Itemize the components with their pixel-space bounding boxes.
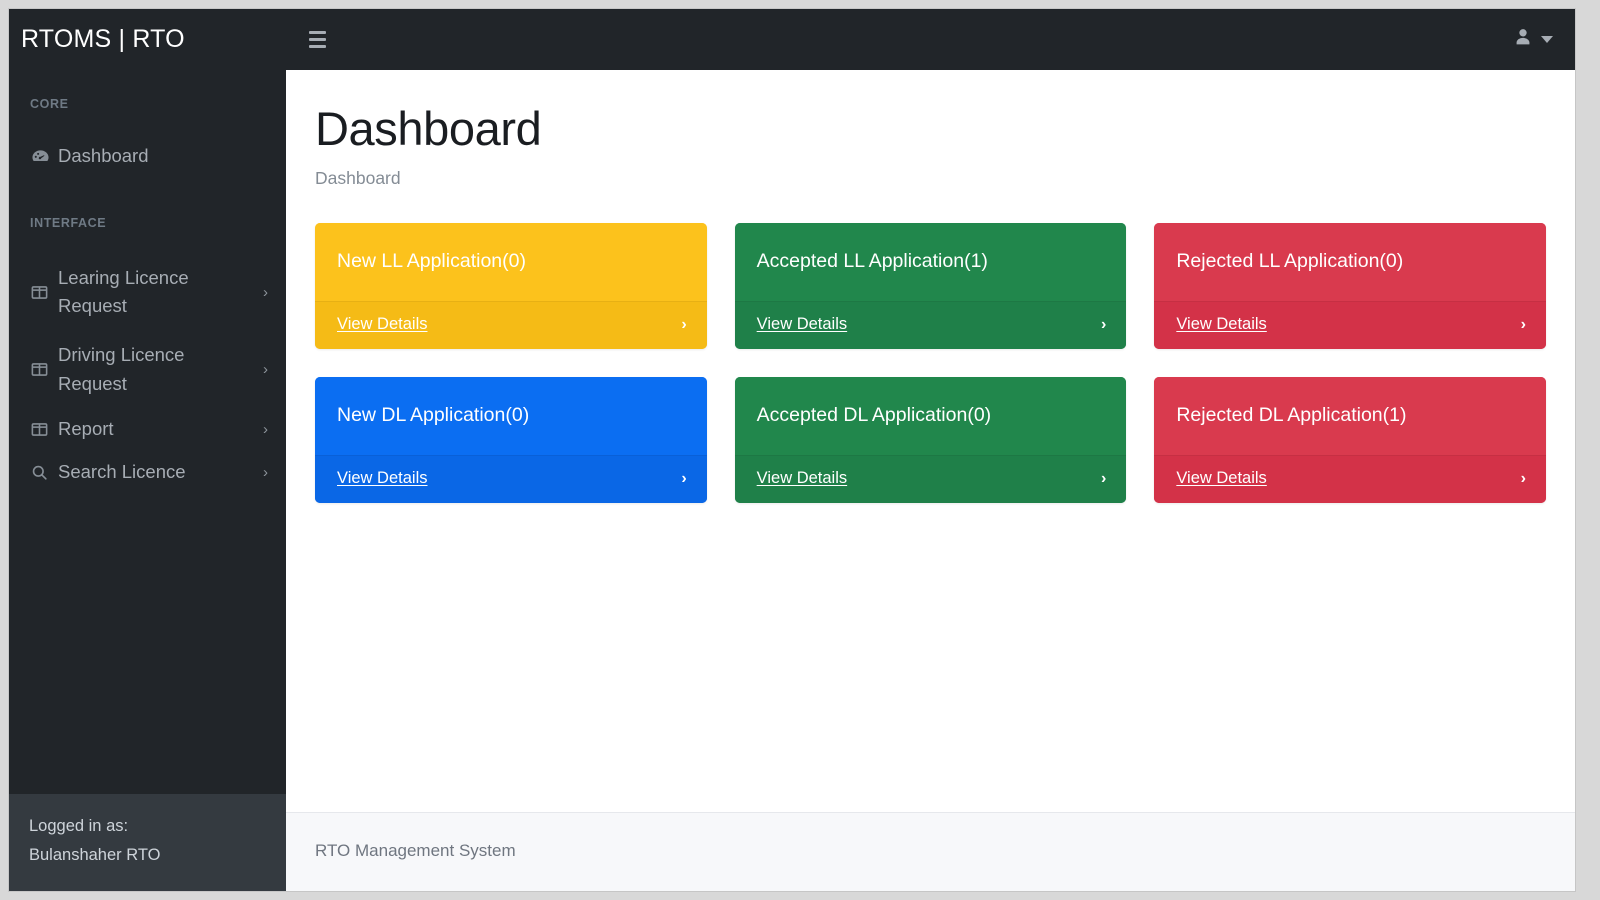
chevron-right-icon: › <box>1520 315 1526 333</box>
main-area: Dashboard Dashboard New LL Application(0… <box>286 9 1575 891</box>
card-accepted-dl-application[interactable]: Accepted DL Application(0) View Details … <box>734 377 1127 504</box>
sidebar-heading-interface: INTERFACE <box>30 215 107 230</box>
card-view-details-link[interactable]: View Details › <box>734 301 1127 350</box>
chevron-right-icon: › <box>1101 315 1107 333</box>
breadcrumb: Dashboard <box>315 167 401 188</box>
columns-icon <box>30 283 58 302</box>
card-title: Rejected LL Application(0) <box>1154 222 1546 302</box>
card-view-details-link[interactable]: View Details › <box>315 301 707 350</box>
sidebar-item-report[interactable]: Report › <box>9 408 286 451</box>
card-view-details-label: View Details <box>756 315 848 334</box>
user-icon <box>1512 26 1534 53</box>
card-view-details-label: View Details <box>756 469 848 488</box>
card-view-details-link[interactable]: View Details › <box>734 455 1127 504</box>
sidebar-item-label: Learing Licence Request <box>58 266 189 317</box>
page-footer-text: RTO Management System <box>315 841 516 860</box>
sidebar-item-label: Report <box>58 418 114 440</box>
hamburger-bar <box>308 38 326 41</box>
card-new-ll-application[interactable]: New LL Application(0) View Details › <box>315 222 707 350</box>
sidebar: RTOMS | RTO CORE Dashboard INTERFACE Lea… <box>9 9 286 891</box>
chevron-right-icon: › <box>263 463 268 481</box>
card-view-details-label: View Details <box>1176 315 1267 334</box>
chevron-down-icon <box>1541 36 1553 43</box>
chevron-right-icon: › <box>681 469 687 487</box>
columns-icon <box>30 420 58 439</box>
card-title: Accepted DL Application(0) <box>734 377 1127 456</box>
sidebar-item-label: Driving Licence Request <box>58 344 185 394</box>
card-view-details-label: View Details <box>337 469 428 488</box>
logged-in-label: Logged in as: <box>29 817 129 836</box>
card-view-details-link[interactable]: View Details › <box>1154 301 1546 350</box>
sidebar-item-label: Dashboard <box>58 145 149 166</box>
dashboard-cards-grid: New LL Application(0) View Details › Acc… <box>315 222 1546 504</box>
page-title: Dashboard <box>315 102 542 155</box>
tachometer-icon <box>30 146 58 167</box>
card-accepted-ll-application[interactable]: Accepted LL Application(1) View Details … <box>734 222 1127 350</box>
app-window: RTOMS | RTO CORE Dashboard INTERFACE Lea… <box>8 8 1576 892</box>
search-icon <box>30 463 58 482</box>
hamburger-bar <box>308 45 326 48</box>
sidebar-item-search-licence[interactable]: Search Licence › <box>9 451 286 494</box>
chevron-right-icon: › <box>1101 469 1107 487</box>
sidebar-item-driving-licence-request[interactable]: Driving Licence Request › <box>9 331 286 408</box>
sidebar-item-learning-licence-request[interactable]: Learing Licence Request › <box>9 254 286 331</box>
logged-in-user: Bulanshaher RTO <box>29 845 161 864</box>
card-view-details-link[interactable]: View Details › <box>315 455 707 504</box>
page-content: Dashboard Dashboard New LL Application(0… <box>286 70 1575 812</box>
card-view-details-label: View Details <box>1176 469 1267 488</box>
page-footer: RTO Management System <box>286 812 1575 891</box>
sidebar-nav: CORE Dashboard INTERFACE Learing Licence… <box>9 70 286 794</box>
chevron-right-icon: › <box>263 361 268 379</box>
sidebar-toggle-button[interactable] <box>302 25 332 55</box>
logged-in-as-panel: Logged in as: Bulanshaher RTO <box>9 794 286 891</box>
chevron-right-icon: › <box>1520 469 1526 487</box>
card-view-details-label: View Details <box>337 315 428 334</box>
brand[interactable]: RTOMS | RTO <box>9 9 286 70</box>
user-menu-button[interactable] <box>1510 22 1555 57</box>
sidebar-item-dashboard[interactable]: Dashboard <box>9 135 286 178</box>
card-rejected-dl-application[interactable]: Rejected DL Application(1) View Details … <box>1154 377 1546 504</box>
topbar <box>286 9 1575 70</box>
chevron-right-icon: › <box>263 421 268 439</box>
sidebar-item-label: Search Licence <box>58 461 186 483</box>
brand-title: RTOMS | RTO <box>21 25 185 53</box>
columns-icon <box>30 360 58 379</box>
card-title: New LL Application(0) <box>315 222 707 302</box>
card-title: Accepted LL Application(1) <box>734 222 1127 302</box>
chevron-right-icon: › <box>263 283 268 301</box>
card-view-details-link[interactable]: View Details › <box>1154 455 1546 504</box>
card-rejected-ll-application[interactable]: Rejected LL Application(0) View Details … <box>1154 222 1546 350</box>
card-new-dl-application[interactable]: New DL Application(0) View Details › <box>315 377 707 504</box>
hamburger-bar <box>308 31 326 34</box>
card-title: Rejected DL Application(1) <box>1154 377 1546 456</box>
card-title: New DL Application(0) <box>315 377 707 456</box>
chevron-right-icon: › <box>681 315 687 333</box>
sidebar-heading-core: CORE <box>30 97 69 111</box>
